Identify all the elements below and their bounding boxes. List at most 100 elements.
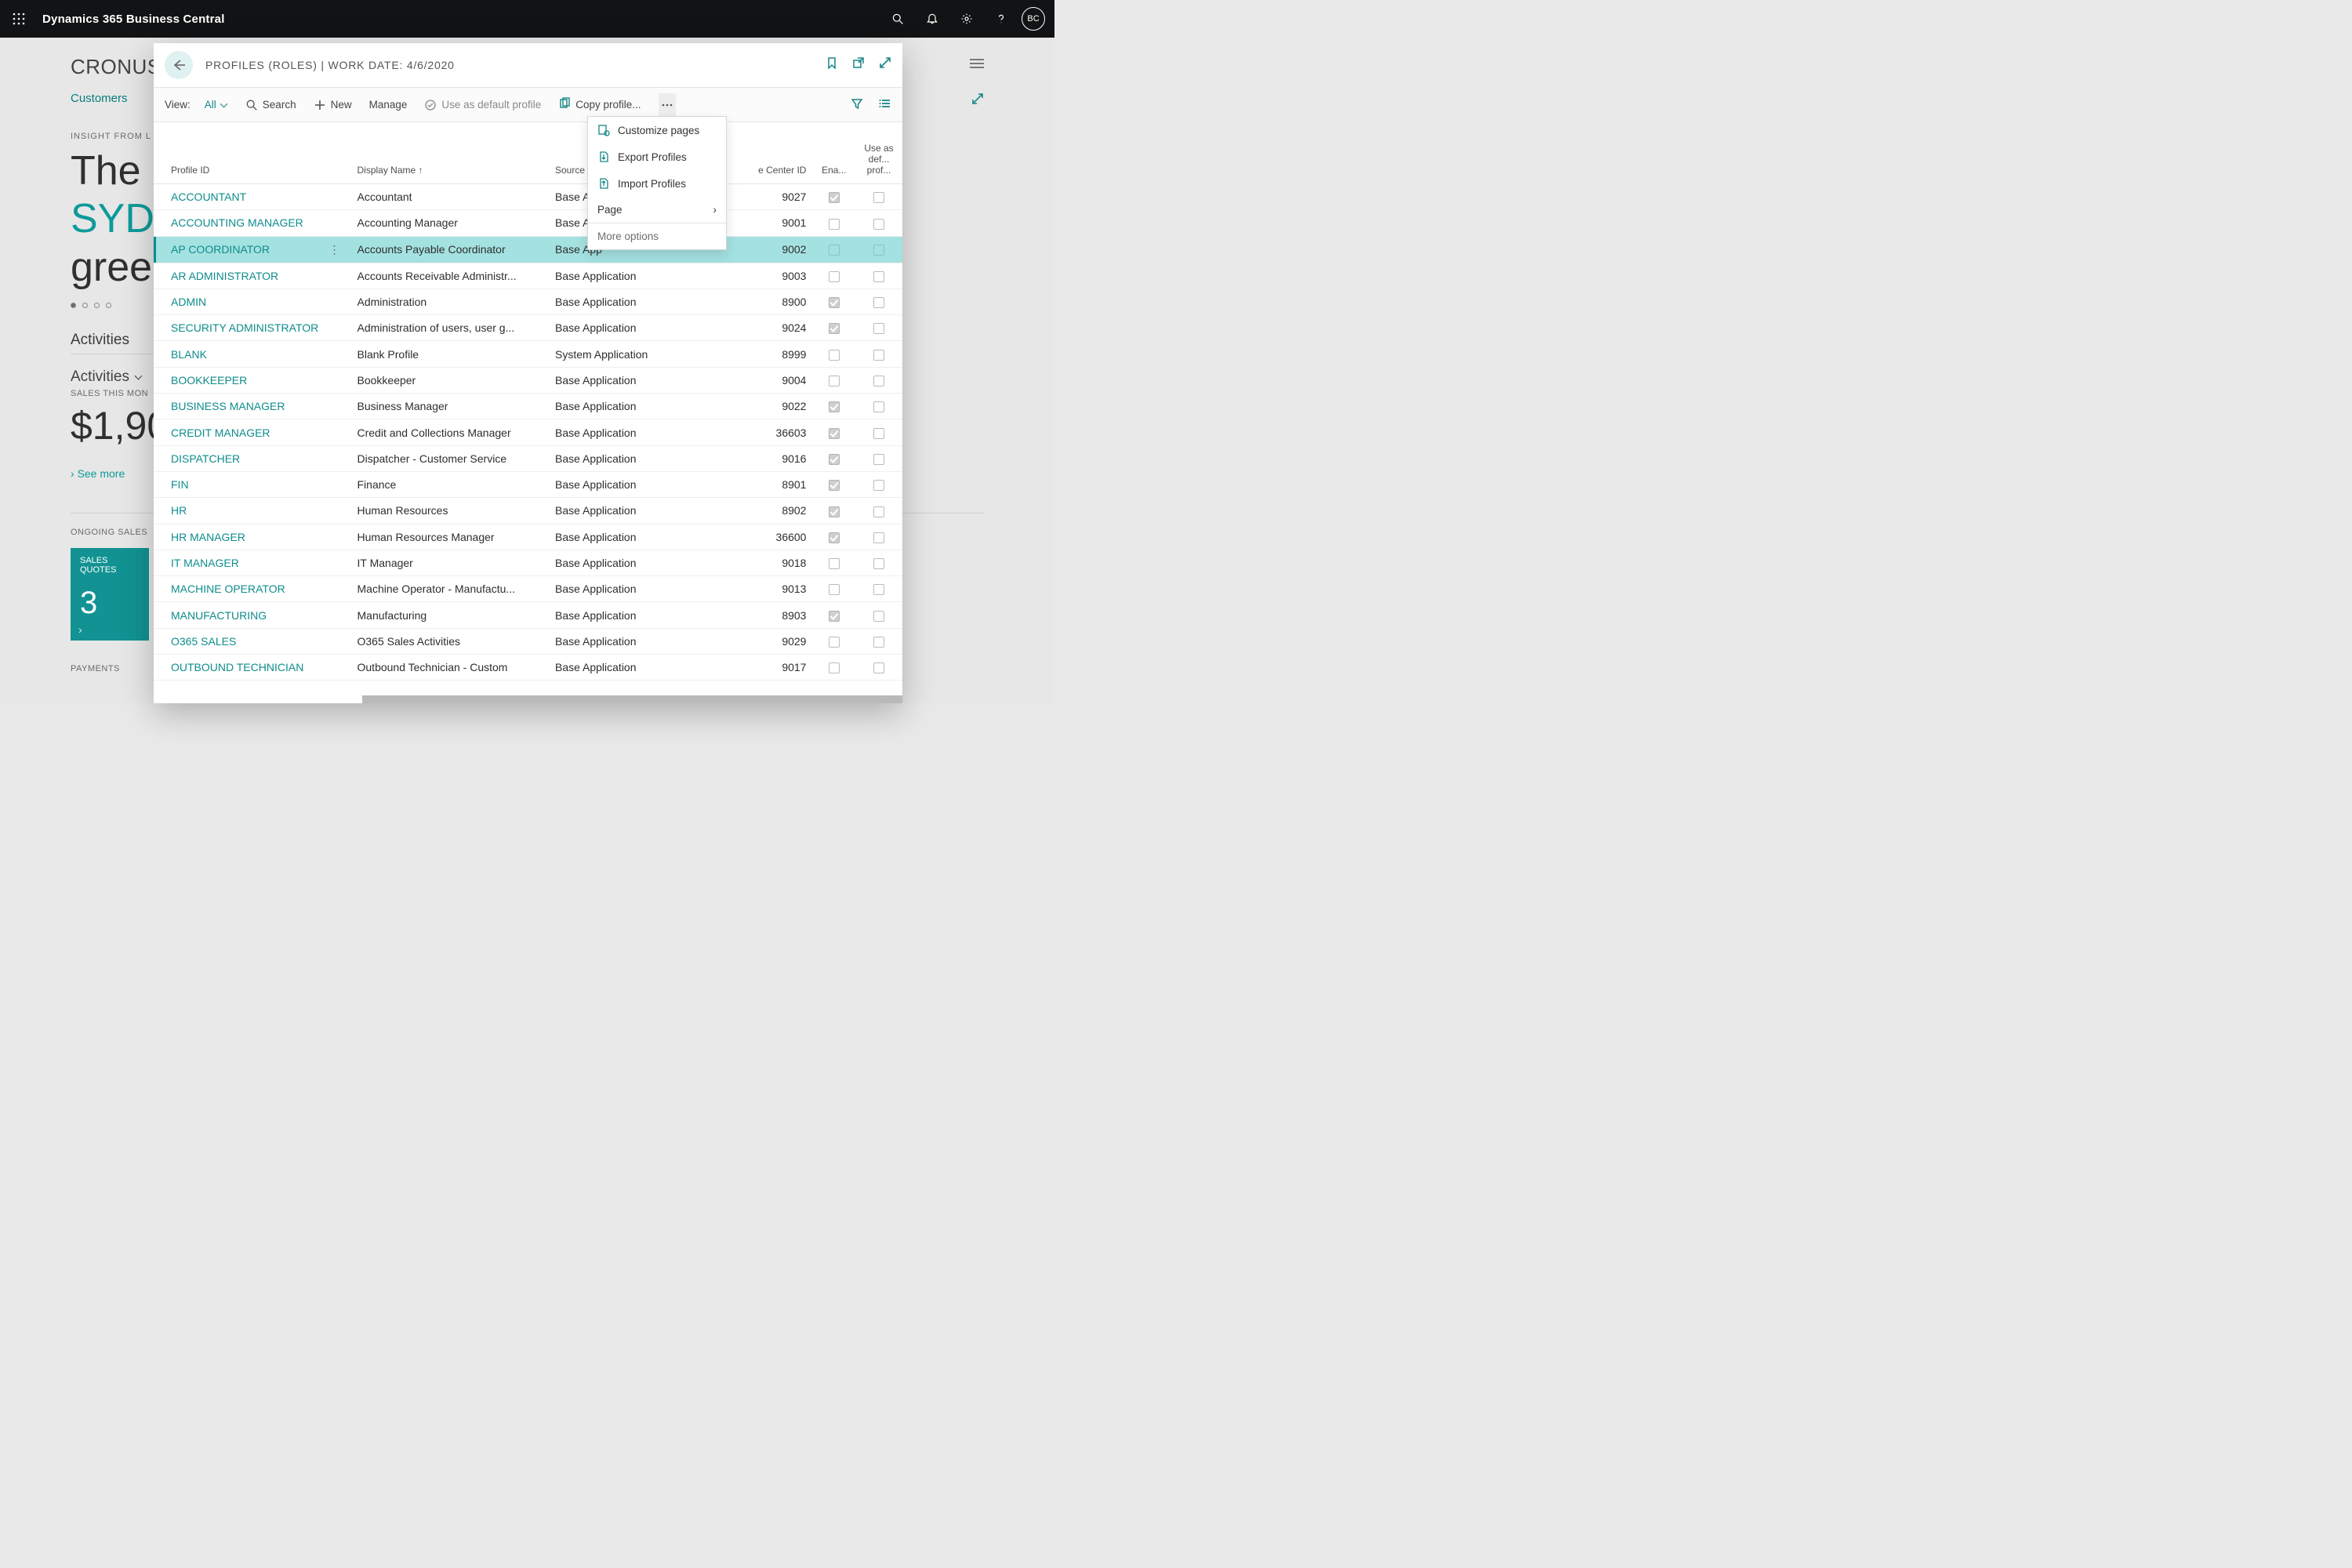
default-checkbox[interactable] (873, 662, 884, 673)
enabled-checkbox[interactable] (829, 532, 840, 543)
profile-id-link[interactable]: AP COORDINATOR (171, 243, 270, 256)
col-enabled[interactable]: Ena... (812, 122, 855, 184)
col-display-name[interactable]: Display Name ↑ (351, 122, 549, 184)
enabled-checkbox[interactable] (829, 271, 840, 282)
user-avatar[interactable]: BC (1022, 7, 1045, 31)
profile-id-link[interactable]: DISPATCHER (171, 452, 240, 465)
enabled-checkbox[interactable] (829, 350, 840, 361)
default-checkbox[interactable] (873, 558, 884, 569)
table-row[interactable]: ACCOUNTANT⋮AccountantBase App9027 (154, 184, 902, 210)
filter-icon[interactable] (851, 97, 863, 112)
col-profile-id[interactable]: Profile ID (154, 122, 351, 184)
search-button[interactable]: Search (245, 99, 296, 111)
enabled-checkbox[interactable] (829, 245, 840, 256)
profile-id-link[interactable]: MACHINE OPERATOR (171, 583, 285, 595)
default-checkbox[interactable] (873, 584, 884, 595)
table-row[interactable]: MANUFACTURING⋮ManufacturingBase Applicat… (154, 602, 902, 628)
list-view-icon[interactable] (879, 97, 891, 112)
profile-id-link[interactable]: ACCOUNTANT (171, 191, 246, 203)
profile-id-link[interactable]: SECURITY ADMINISTRATOR (171, 321, 318, 334)
table-row[interactable]: ACCOUNTING MANAGER⋮Accounting ManagerBas… (154, 210, 902, 236)
profile-id-link[interactable]: AR ADMINISTRATOR (171, 270, 278, 282)
table-row[interactable]: HR⋮Human ResourcesBase Application8902 (154, 498, 902, 524)
table-row[interactable]: DISPATCHER⋮Dispatcher - Customer Service… (154, 445, 902, 471)
settings-icon[interactable] (949, 0, 984, 38)
maximize-icon[interactable] (879, 56, 891, 73)
profile-id-link[interactable]: FIN (171, 478, 189, 491)
table-row[interactable]: MACHINE OPERATOR⋮Machine Operator - Manu… (154, 576, 902, 602)
page-menu-icon[interactable] (970, 58, 984, 73)
enabled-checkbox[interactable] (829, 611, 840, 622)
table-row[interactable]: HR MANAGER⋮Human Resources ManagerBase A… (154, 524, 902, 550)
more-actions-button[interactable] (659, 93, 676, 117)
enabled-checkbox[interactable] (829, 192, 840, 203)
use-default-profile-button[interactable]: Use as default profile (424, 99, 541, 111)
default-checkbox[interactable] (873, 454, 884, 465)
profile-id-link[interactable]: MANUFACTURING (171, 609, 267, 622)
enabled-checkbox[interactable] (829, 297, 840, 308)
enabled-checkbox[interactable] (829, 219, 840, 230)
default-checkbox[interactable] (873, 271, 884, 282)
back-button[interactable] (165, 51, 193, 79)
table-row[interactable]: FIN⋮FinanceBase Application8901 (154, 471, 902, 497)
table-row[interactable]: BUSINESS MANAGER⋮Business ManagerBase Ap… (154, 394, 902, 419)
sales-quotes-tile[interactable]: SALES QUOTES 3 › (71, 548, 149, 641)
default-checkbox[interactable] (873, 611, 884, 622)
table-row[interactable]: SECURITY ADMINISTRATOR⋮Administration of… (154, 315, 902, 341)
row-menu-icon[interactable]: ⋮ (329, 243, 340, 256)
col-use-default[interactable]: Use as def... prof... (855, 122, 902, 184)
default-checkbox[interactable] (873, 323, 884, 334)
enabled-checkbox[interactable] (829, 323, 840, 334)
profile-id-link[interactable]: ACCOUNTING MANAGER (171, 216, 303, 229)
enabled-checkbox[interactable] (829, 662, 840, 673)
view-dropdown[interactable]: All (205, 99, 227, 111)
table-row[interactable]: AP COORDINATOR⋮Accounts Payable Coordina… (154, 236, 902, 263)
profile-id-link[interactable]: CREDIT MANAGER (171, 426, 270, 439)
table-row[interactable]: IT MANAGER⋮IT ManagerBase Application901… (154, 550, 902, 575)
profile-id-link[interactable]: IT MANAGER (171, 557, 239, 569)
table-row[interactable]: BLANK⋮Blank ProfileSystem Application899… (154, 341, 902, 367)
more-options-item[interactable]: More options (588, 223, 726, 249)
default-checkbox[interactable] (873, 245, 884, 256)
table-row[interactable]: BOOKKEEPER⋮BookkeeperBase Application900… (154, 367, 902, 393)
enabled-checkbox[interactable] (829, 454, 840, 465)
default-checkbox[interactable] (873, 219, 884, 230)
table-row[interactable]: OUTBOUND TECHNICIAN⋮Outbound Technician … (154, 655, 902, 681)
enabled-checkbox[interactable] (829, 480, 840, 491)
profile-id-link[interactable]: BLANK (171, 348, 207, 361)
profile-id-link[interactable]: HR (171, 504, 187, 517)
table-row[interactable]: O365 SALES⋮O365 Sales ActivitiesBase App… (154, 628, 902, 654)
enabled-checkbox[interactable] (829, 584, 840, 595)
profile-id-link[interactable]: HR MANAGER (171, 531, 245, 543)
open-new-window-icon[interactable] (852, 56, 865, 73)
col-role-center-id[interactable]: e Center ID (729, 122, 812, 184)
default-checkbox[interactable] (873, 480, 884, 491)
profile-id-link[interactable]: OUTBOUND TECHNICIAN (171, 661, 303, 673)
bookmark-icon[interactable] (826, 56, 838, 73)
search-icon[interactable] (880, 0, 915, 38)
enabled-checkbox[interactable] (829, 428, 840, 439)
table-row[interactable]: ADMIN⋮AdministrationBase Application8900 (154, 289, 902, 314)
notifications-icon[interactable] (915, 0, 949, 38)
default-checkbox[interactable] (873, 192, 884, 203)
enabled-checkbox[interactable] (829, 558, 840, 569)
default-checkbox[interactable] (873, 297, 884, 308)
customize-pages-item[interactable]: Customize pages (588, 117, 726, 143)
copy-profile-button[interactable]: Copy profile... (558, 97, 641, 112)
table-row[interactable]: CREDIT MANAGER⋮Credit and Collections Ma… (154, 419, 902, 445)
default-checkbox[interactable] (873, 637, 884, 648)
expand-icon[interactable] (971, 93, 984, 109)
default-checkbox[interactable] (873, 532, 884, 543)
enabled-checkbox[interactable] (829, 376, 840, 387)
manage-menu[interactable]: Manage (369, 99, 408, 111)
default-checkbox[interactable] (873, 350, 884, 361)
new-button[interactable]: New (314, 99, 352, 111)
sub-nav-customers[interactable]: Customers (71, 92, 128, 105)
profile-id-link[interactable]: ADMIN (171, 296, 206, 308)
default-checkbox[interactable] (873, 428, 884, 439)
horizontal-scrollbar[interactable] (362, 695, 902, 703)
table-row[interactable]: AR ADMINISTRATOR⋮Accounts Receivable Adm… (154, 263, 902, 289)
default-checkbox[interactable] (873, 376, 884, 387)
default-checkbox[interactable] (873, 401, 884, 412)
import-profiles-item[interactable]: Import Profiles (588, 170, 726, 197)
